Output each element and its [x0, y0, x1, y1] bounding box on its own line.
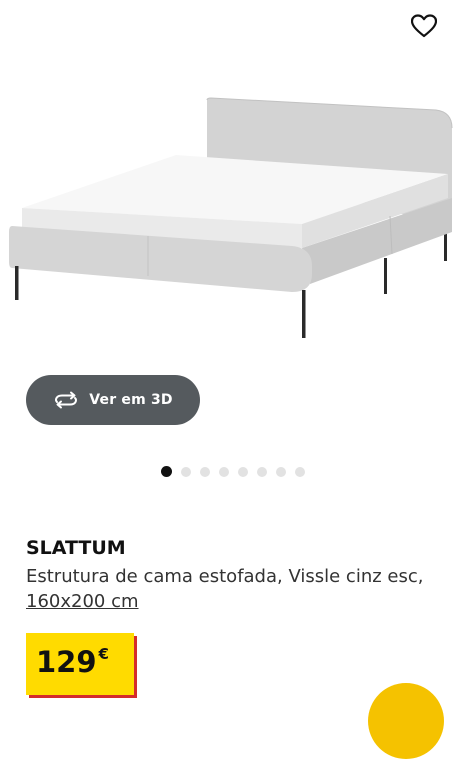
product-description: Estrutura de cama estofada, Vissle cinz … [26, 564, 426, 614]
product-description-text: Estrutura de cama estofada, Vissle cinz … [26, 566, 424, 587]
carousel-dot[interactable] [295, 466, 305, 477]
product-image[interactable] [0, 60, 466, 380]
price-tag: 129 € [26, 633, 134, 695]
carousel-dot[interactable] [200, 466, 210, 477]
view-3d-button[interactable]: Ver em 3D [26, 375, 200, 425]
favourite-button[interactable] [406, 8, 442, 44]
bed-leg [15, 266, 19, 300]
bed-leg [384, 258, 387, 294]
price-value: 129 [36, 645, 97, 679]
view-3d-label: Ver em 3D [89, 392, 173, 408]
carousel-dot[interactable] [181, 466, 191, 477]
rotate-3d-icon [55, 391, 78, 409]
add-to-cart-button[interactable] [368, 683, 444, 759]
carousel-dot-active[interactable] [161, 466, 172, 477]
carousel-dot[interactable] [238, 466, 248, 477]
product-size-link[interactable]: 160x200 cm [26, 591, 139, 612]
product-name: SLATTUM [26, 537, 126, 559]
price-currency: € [98, 645, 109, 663]
carousel-dot[interactable] [276, 466, 286, 477]
heart-icon [411, 14, 437, 38]
carousel-dot[interactable] [257, 466, 267, 477]
carousel-dot[interactable] [219, 466, 229, 477]
carousel-indicator [0, 466, 466, 477]
bed-leg [302, 290, 306, 338]
